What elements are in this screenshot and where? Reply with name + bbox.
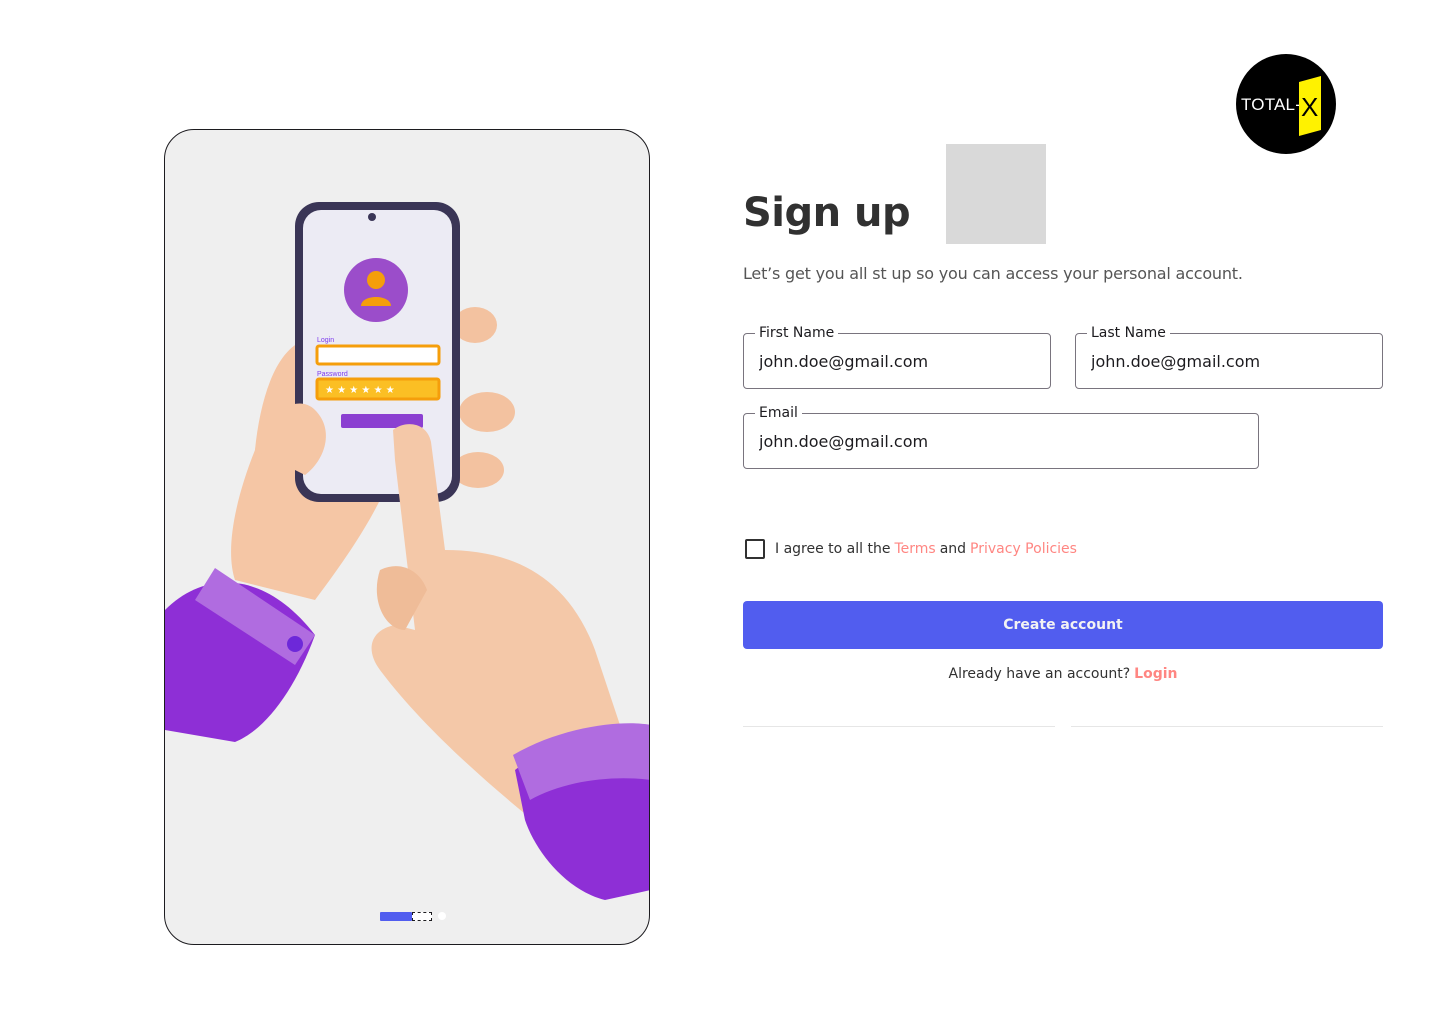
first-name-label: First Name	[755, 325, 839, 341]
divider-left	[743, 726, 1055, 727]
carousel-dot[interactable]	[412, 911, 432, 921]
email-label: Email	[755, 405, 802, 421]
logo-text: TOTAL-	[1241, 95, 1302, 114]
page-title: Sign up	[743, 190, 911, 236]
terms-agreement-row: I agree to all the Terms and Privacy Pol…	[745, 539, 1077, 559]
carousel-dot-active[interactable]	[380, 911, 412, 921]
terms-link[interactable]: Terms	[894, 541, 935, 557]
logo-x-mark-icon: X	[1299, 76, 1321, 136]
last-name-label: Last Name	[1087, 325, 1170, 341]
phone-login-label: Login	[317, 337, 334, 344]
first-name-input[interactable]	[759, 352, 1035, 371]
last-name-field[interactable]: Last Name	[1075, 325, 1383, 389]
login-prompt: Already have an account? Login	[743, 666, 1383, 682]
hands-phone-illustration: Login Password ★ ★ ★ ★ ★ ★	[165, 202, 649, 900]
login-prompt-text: Already have an account?	[948, 666, 1131, 682]
agree-and-text: and	[939, 541, 967, 557]
create-account-button[interactable]: Create account	[743, 601, 1383, 649]
page-subtitle: Let’s get you all st up so you can acces…	[743, 264, 1243, 283]
hero-illustration-card: Login Password ★ ★ ★ ★ ★ ★	[164, 129, 650, 945]
carousel-dot[interactable]	[438, 912, 446, 920]
brand-logo: TOTAL- X	[1236, 54, 1336, 154]
svg-text:X: X	[1301, 92, 1318, 122]
agree-prefix-text: I agree to all the	[775, 541, 891, 557]
privacy-policies-link[interactable]: Privacy Policies	[970, 541, 1077, 557]
svg-text:★ ★ ★ ★ ★ ★: ★ ★ ★ ★ ★ ★	[325, 385, 395, 396]
login-link[interactable]: Login	[1134, 666, 1177, 682]
terms-checkbox[interactable]	[745, 539, 765, 559]
phone-password-label: Password	[317, 371, 348, 378]
first-name-field[interactable]: First Name	[743, 325, 1051, 389]
image-placeholder	[946, 144, 1046, 244]
divider-right	[1071, 726, 1383, 727]
carousel-indicator[interactable]	[380, 911, 446, 921]
last-name-input[interactable]	[1091, 352, 1367, 371]
email-field[interactable]: Email	[743, 405, 1259, 469]
email-input[interactable]	[759, 432, 1243, 451]
